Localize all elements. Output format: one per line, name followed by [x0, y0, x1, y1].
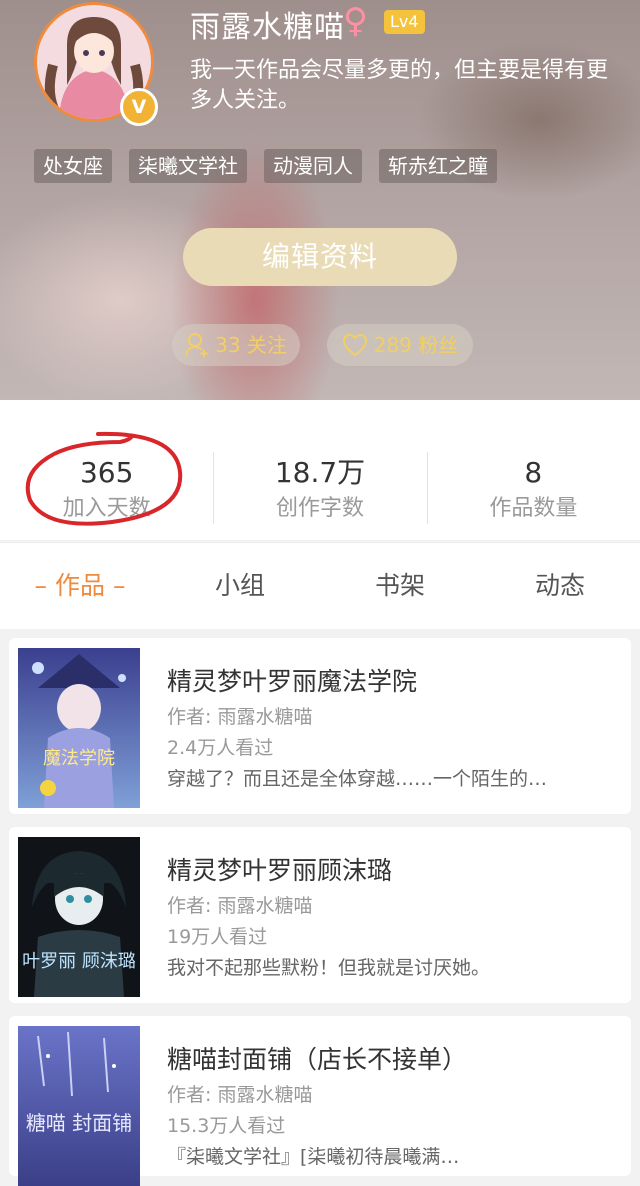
- book-author: 作者: 雨露水糖喵: [167, 895, 313, 917]
- book-title: 精灵梦叶罗丽顾沫璐: [167, 856, 393, 885]
- stat-label: 作品数量: [489, 496, 578, 521]
- book-views: 19万人看过: [167, 926, 268, 948]
- edit-profile-button[interactable]: 编辑资料: [183, 228, 457, 286]
- book-description: 穿越了？而且还是全体穿越……一个陌生的…: [167, 768, 548, 790]
- tag-item[interactable]: 处女座: [34, 149, 112, 183]
- book-card[interactable]: 魔法学院 精灵梦叶罗丽魔法学院 作者: 雨露水糖喵 2.4万人看过 穿越了？而且…: [9, 638, 631, 814]
- book-title: 精灵梦叶罗丽魔法学院: [167, 667, 418, 696]
- tag-item[interactable]: 斩赤红之瞳: [379, 149, 497, 183]
- heart-icon: [342, 333, 367, 357]
- book-views: 2.4万人看过: [167, 737, 274, 759]
- fans-button[interactable]: 289 粉丝: [327, 324, 473, 366]
- tab-activity[interactable]: 动态: [480, 543, 640, 629]
- book-card[interactable]: 叶罗丽 顾沫璐 精灵梦叶罗丽顾沫璐 作者: 雨露水糖喵 19万人看过 我对不起那…: [9, 827, 631, 1003]
- stat-value: 18.7万: [274, 456, 366, 489]
- stat-word-count: 18.7万 创作字数: [213, 400, 426, 540]
- following-button[interactable]: 33 关注: [172, 324, 300, 366]
- cover-title: 糖喵 封面铺: [26, 1111, 132, 1135]
- red-annotation-circle: [25, 431, 183, 526]
- tag-list: 处女座 柒曦文学社 动漫同人 斩赤红之瞳: [34, 149, 497, 183]
- book-cover: 魔法学院: [18, 648, 140, 808]
- book-author: 作者: 雨露水糖喵: [167, 706, 313, 728]
- vip-badge: V: [120, 88, 158, 126]
- user-name: 雨露水糖喵: [190, 10, 345, 45]
- stat-label: 创作字数: [275, 496, 364, 521]
- tab-groups[interactable]: 小组: [160, 543, 320, 629]
- stat-value: 8: [524, 456, 543, 489]
- tab-bookshelf[interactable]: 书架: [320, 543, 480, 629]
- book-description: 『柒曦文学社』[柒曦初待晨曦满…: [167, 1146, 460, 1168]
- user-bio: 我一天作品会尽量多更的，但主要是得有更多人关注。: [190, 58, 609, 113]
- book-cover: 糖喵 封面铺: [18, 1026, 140, 1186]
- following-count: 33 关注: [215, 333, 287, 357]
- profile-header: V 雨露水糖喵 ♀ Lv4 我一天作品会尽量多更的，但主要是得有更多人关注。 处…: [0, 0, 640, 400]
- content-tabs: – 作品 – 小组 书架 动态: [0, 542, 640, 629]
- book-views: 15.3万人看过: [167, 1115, 286, 1137]
- user-add-icon: [185, 333, 208, 357]
- cover-title: 叶罗丽 顾沫璐: [22, 951, 136, 972]
- cover-title: 魔法学院: [43, 748, 115, 769]
- book-title: 糖喵封面铺（店长不接单）: [167, 1045, 468, 1074]
- book-card[interactable]: 糖喵 封面铺 糖喵封面铺（店长不接单） 作者: 雨露水糖喵 15.3万人看过 『…: [9, 1016, 631, 1186]
- book-description: 我对不起那些默粉！但我就是讨厌她。: [167, 957, 491, 979]
- female-icon: ♀: [343, 1, 368, 41]
- tab-works[interactable]: – 作品 –: [0, 543, 160, 629]
- book-author: 作者: 雨露水糖喵: [167, 1084, 313, 1106]
- tag-item[interactable]: 动漫同人: [264, 149, 362, 183]
- level-badge: Lv4: [384, 10, 425, 34]
- stat-works-count: 8 作品数量: [426, 400, 640, 540]
- fans-count: 289 粉丝: [373, 333, 459, 357]
- book-cover: 叶罗丽 顾沫璐: [18, 837, 140, 997]
- tag-item[interactable]: 柒曦文学社: [129, 149, 247, 183]
